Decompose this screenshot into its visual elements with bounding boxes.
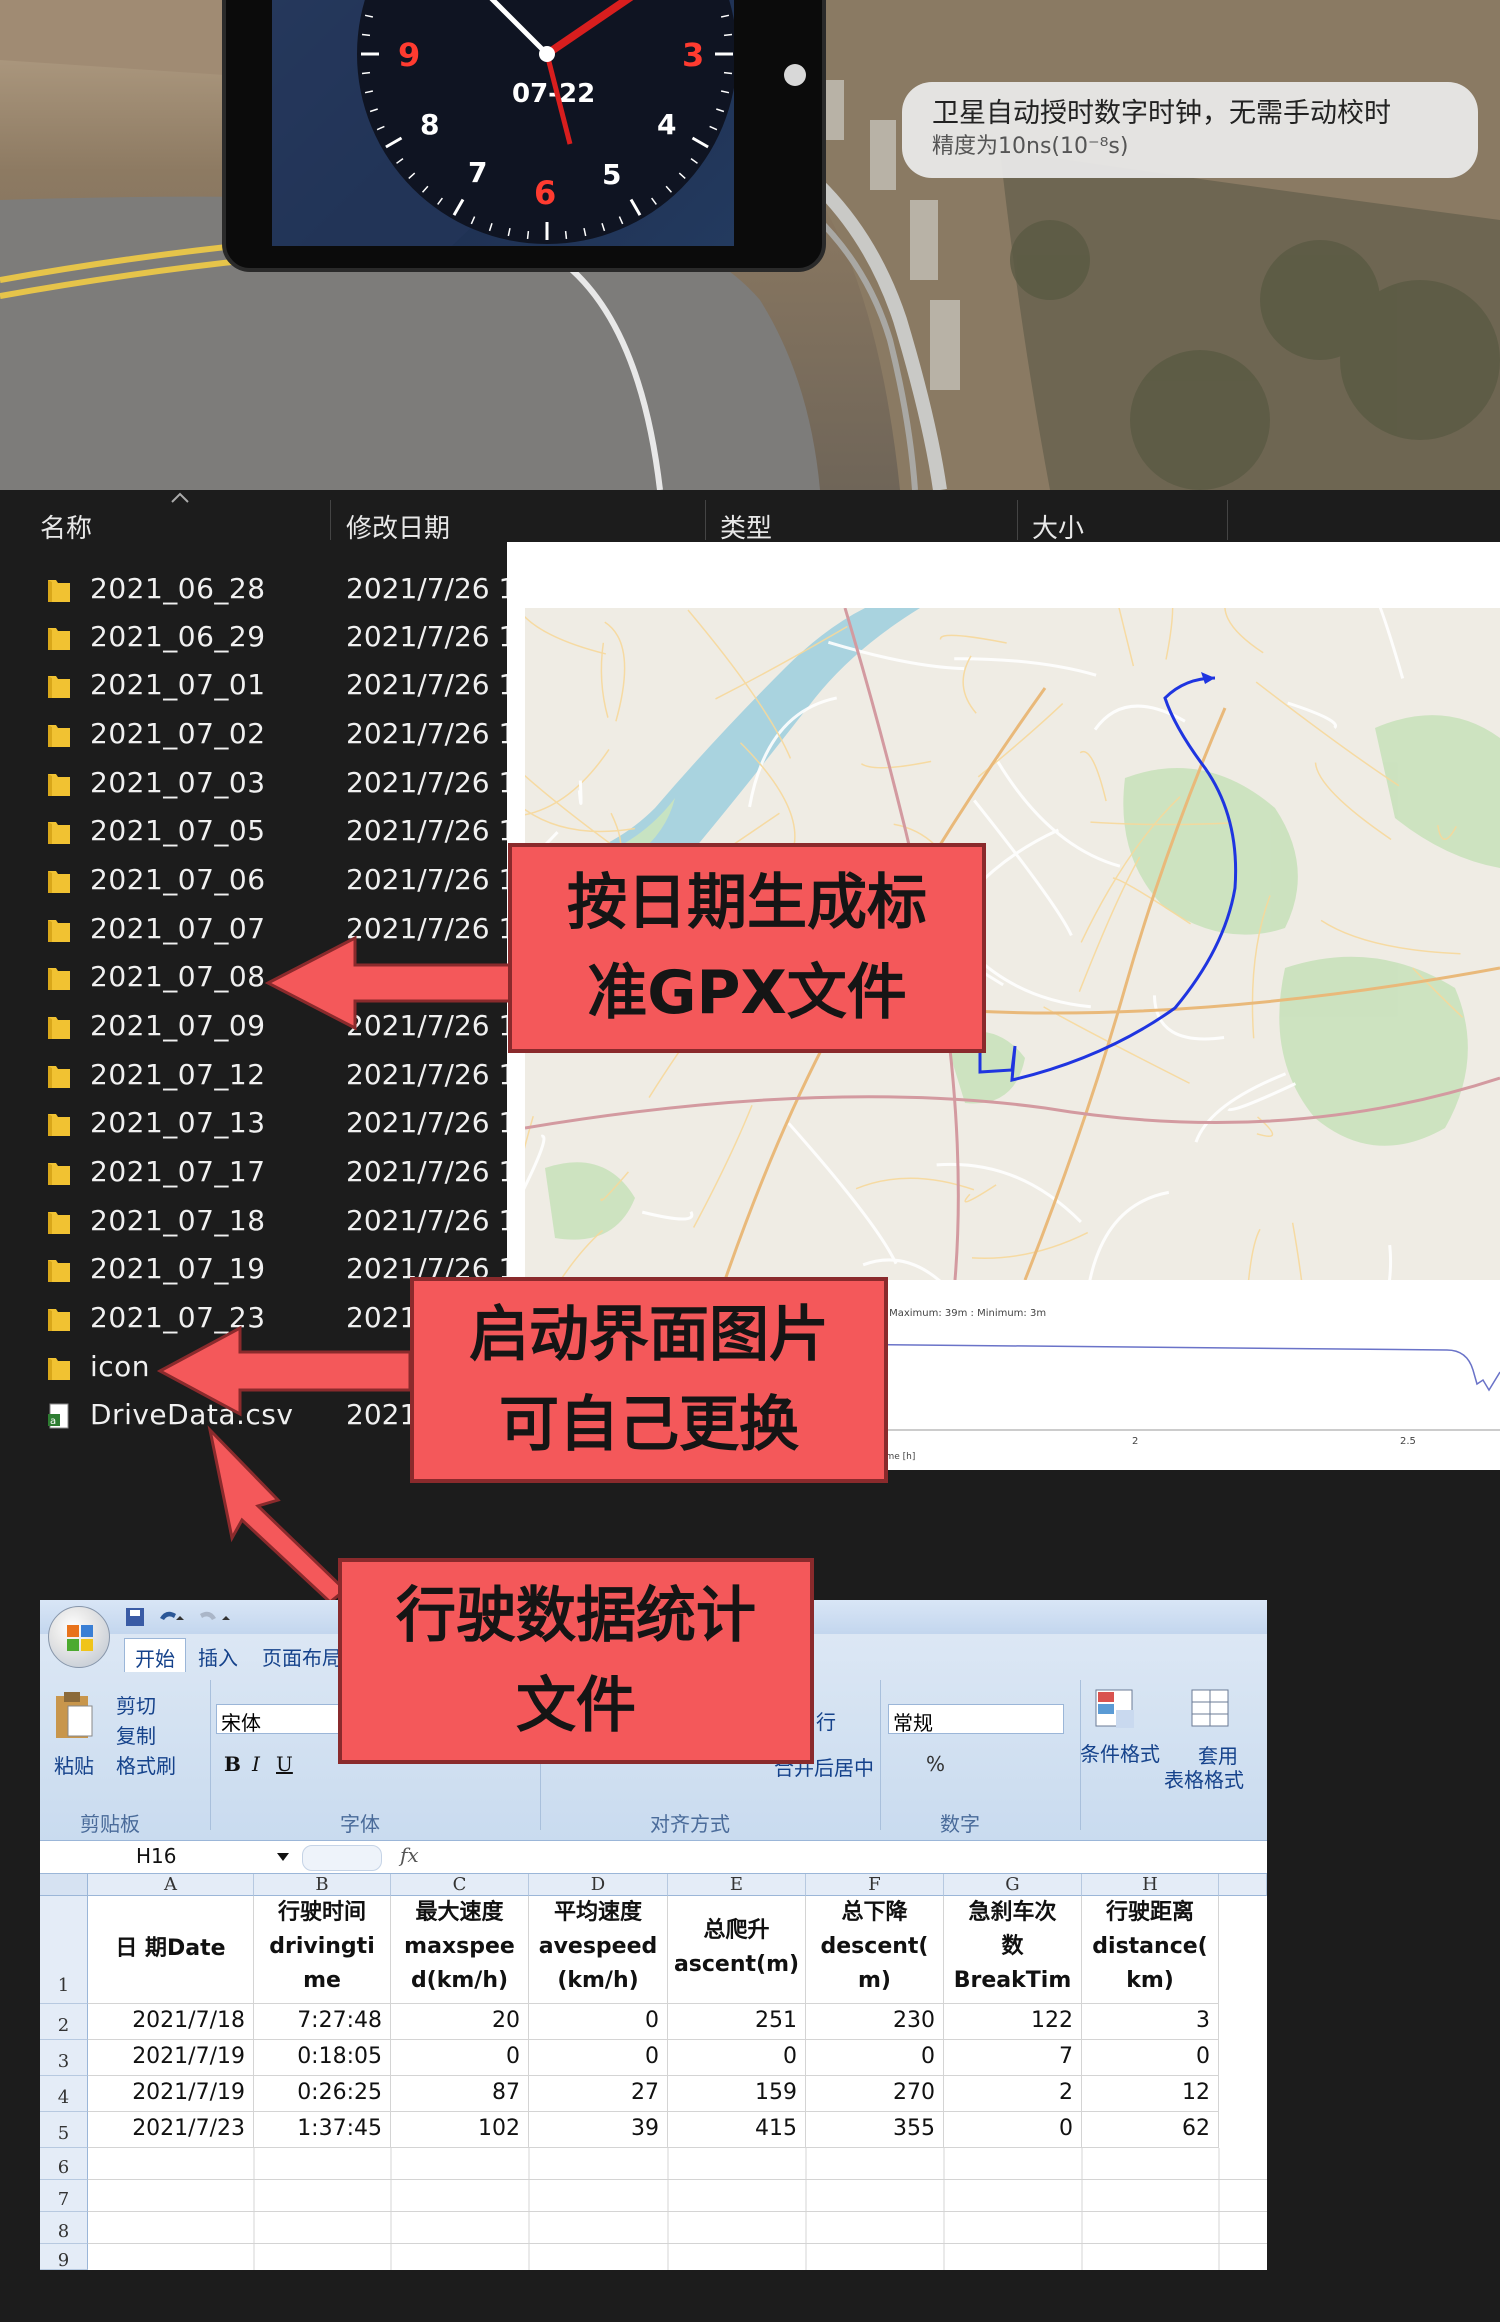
callout-csv: 行驶数据统计 文件: [338, 1558, 814, 1764]
callout-overlay: [0, 0, 1500, 2322]
callout-csv-line2: 文件: [516, 1671, 636, 1741]
callout-csv-line1: 行驶数据统计: [396, 1581, 756, 1651]
